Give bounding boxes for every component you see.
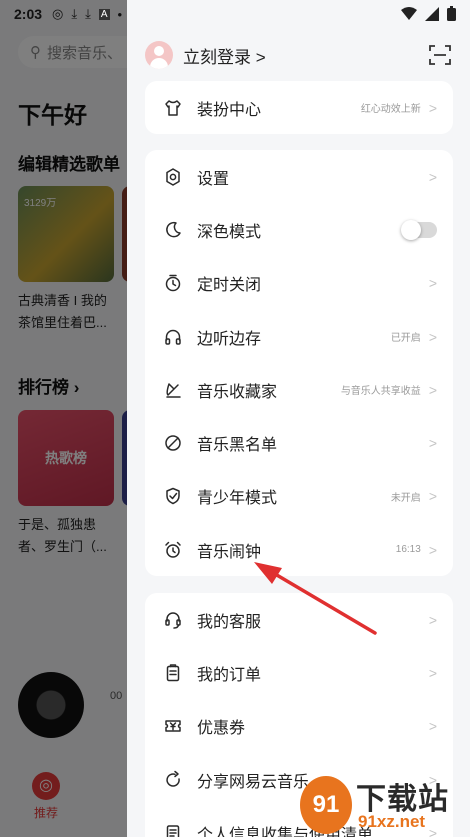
watermark-url: 91xz.net <box>358 812 426 831</box>
status-time: 2:03 <box>14 6 43 22</box>
signal-icon <box>425 6 439 21</box>
chevron-right-icon: > <box>428 275 437 292</box>
toggle-knob <box>401 219 421 240</box>
menu-item-label: 装扮中心 <box>197 101 262 119</box>
login-entry[interactable]: 立刻登录 > <box>145 40 455 70</box>
download-icon: ⤓ <box>71 6 78 21</box>
menu-item-value: 16:13 <box>395 544 421 556</box>
menu-item-label: 青少年模式 <box>197 490 278 508</box>
menu-item-settings[interactable]: 设置 > <box>145 150 453 203</box>
ban-icon <box>161 431 185 455</box>
menu-item-label: 深色模式 <box>197 223 262 241</box>
menu-item-dress-up[interactable]: 装扮中心 红心动效上新 > <box>145 81 453 134</box>
chevron-right-icon: > <box>428 99 437 116</box>
watermark: 91 下载站 91xz.net <box>300 772 470 837</box>
battery-icon <box>447 6 456 21</box>
chevron-right-icon: > <box>428 328 437 345</box>
menu-item-teen-mode[interactable]: 青少年模式 未开启 > <box>145 470 453 523</box>
chevron-right-icon: > <box>428 718 437 735</box>
menu-item-label: 我的客服 <box>197 613 262 631</box>
menu-item-label: 音乐闹钟 <box>197 543 262 561</box>
clipboard-icon <box>161 661 185 685</box>
watermark-logo: 91 <box>300 776 352 834</box>
menu-item-label: 设置 <box>197 170 230 188</box>
menu-item-music-collector[interactable]: 音乐收藏家 与音乐人共享收益 > <box>145 363 453 416</box>
chevron-right-icon: > <box>428 611 437 628</box>
menu-item-label: 我的订单 <box>197 666 262 684</box>
menu-item-my-orders[interactable]: 我的订单 > <box>145 646 453 699</box>
menu-item-value: 未开启 <box>390 492 421 504</box>
menu-item-dark-mode[interactable]: 深色模式 <box>145 203 453 256</box>
menu-item-coupons[interactable]: 优惠券 > <box>145 700 453 753</box>
avatar[interactable] <box>145 41 173 69</box>
doc-icon <box>161 821 185 837</box>
menu-item-sleep-timer[interactable]: 定时关闭 > <box>145 257 453 310</box>
chevron-right-icon: > <box>428 541 437 558</box>
chevron-right-icon: > <box>428 435 437 452</box>
dot-icon: • <box>117 6 123 22</box>
alarm-icon <box>161 538 185 562</box>
gear-icon <box>161 165 185 189</box>
a-icon: A <box>98 8 110 20</box>
menu-item-label: 边听边存 <box>197 330 262 348</box>
menu-item-label: 音乐黑名单 <box>197 437 278 455</box>
chevron-right-icon: > <box>428 488 437 505</box>
menu-item-music-alarm[interactable]: 音乐闹钟 16:13 > <box>145 523 453 576</box>
login-label[interactable]: 立刻登录 > <box>183 43 266 68</box>
menu-item-blacklist[interactable]: 音乐黑名单 > <box>145 416 453 469</box>
headset-icon <box>161 608 185 632</box>
share-icon <box>161 768 185 792</box>
shirt-icon <box>161 96 185 120</box>
wifi-icon <box>401 6 417 20</box>
menu-item-listen-cache[interactable]: 边听边存 已开启 > <box>145 310 453 363</box>
menu-item-label: 音乐收藏家 <box>197 383 278 401</box>
netease-icon: ◎ <box>52 6 64 21</box>
timer-icon <box>161 271 185 295</box>
menu-item-value: 已开启 <box>390 333 421 345</box>
menu-card-main: 设置 > 深色模式定时关闭 > 边听边存 已开启 > 音乐收藏家 与音乐人共享收益 > 音乐黑名单 >… <box>145 150 453 577</box>
side-drawer: 立刻登录 > 装扮中心 红心动效上新 > 设置 > 深色模式 定时关闭 > 边听边存 已开启 > 音… <box>127 0 470 837</box>
dark-mode-toggle[interactable] <box>401 219 437 240</box>
menu-item-value: 与音乐人共享收益 <box>340 386 421 398</box>
chevron-right-icon: > <box>428 381 437 398</box>
status-bar: 2:03 ◎ ⤓ ⤓ A • <box>0 0 470 28</box>
menu-item-customer-service[interactable]: 我的客服 > <box>145 593 453 646</box>
menu-item-label: 优惠券 <box>197 720 246 738</box>
collector-icon <box>161 378 185 402</box>
menu-card-decor: 装扮中心 红心动效上新 > <box>145 81 453 135</box>
chevron-right-icon: > <box>428 168 437 185</box>
chevron-right-icon: > <box>428 664 437 681</box>
moon-icon <box>161 218 185 242</box>
shield-icon <box>161 484 185 508</box>
coupon-icon <box>161 714 185 738</box>
scan-icon[interactable] <box>429 44 451 66</box>
menu-item-value: 红心动效上新 <box>360 104 421 116</box>
headphones-icon <box>161 325 185 349</box>
download-icon: ⤓ <box>85 6 91 21</box>
menu-item-label: 定时关闭 <box>197 277 262 295</box>
